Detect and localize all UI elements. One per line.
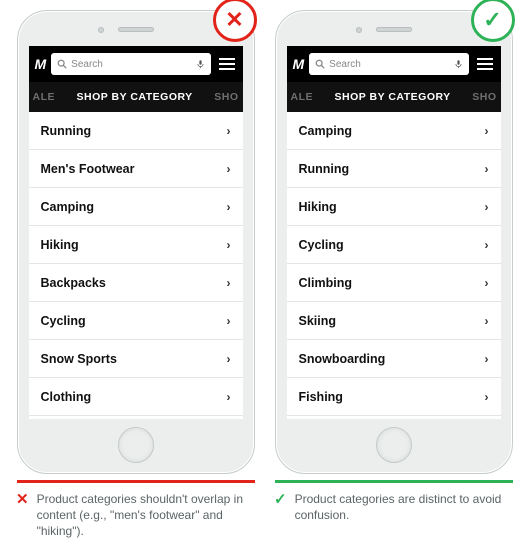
caption-text: Product categories shouldn't overlap in … <box>37 491 246 540</box>
subnav-title: SHOP BY CATEGORY <box>313 91 472 103</box>
caption-bad: ✕ Product categories shouldn't overlap i… <box>12 491 250 540</box>
phone-speaker <box>118 27 154 32</box>
home-button[interactable] <box>118 427 154 463</box>
category-item[interactable]: Clothing› <box>29 378 243 416</box>
subnav-prev[interactable]: ALE <box>291 91 314 103</box>
subnav-next[interactable]: SHO <box>472 91 496 103</box>
category-item[interactable]: Snow Sports› <box>29 340 243 378</box>
phone-camera <box>356 27 362 33</box>
sub-nav: ALE SHOP BY CATEGORY SHO <box>29 82 243 112</box>
divider-bad <box>17 480 255 483</box>
screen-bad: M Search ALE SHOP BY CATEGORY SHO Runnin… <box>29 46 243 419</box>
category-item[interactable]: Climbing› <box>287 264 501 302</box>
menu-icon[interactable] <box>217 58 237 70</box>
top-bar: M Search <box>287 46 501 82</box>
home-button[interactable] <box>376 427 412 463</box>
chevron-right-icon: › <box>227 238 231 252</box>
caption-good: ✓ Product categories are distinct to avo… <box>270 491 508 540</box>
chevron-right-icon: › <box>227 276 231 290</box>
category-item[interactable]: Hiking› <box>287 188 501 226</box>
chevron-right-icon: › <box>485 124 489 138</box>
screen-good: M Search ALE SHOP BY CATEGORY SHO Campin… <box>287 46 501 419</box>
category-list-good: Camping› Running› Hiking› Cycling› Climb… <box>287 112 501 416</box>
chevron-right-icon: › <box>227 124 231 138</box>
chevron-right-icon: › <box>485 200 489 214</box>
category-item[interactable]: Camping› <box>287 112 501 150</box>
category-item[interactable]: Fishing› <box>287 378 501 416</box>
mic-icon[interactable] <box>196 58 205 70</box>
divider-good <box>275 480 513 483</box>
search-placeholder: Search <box>329 59 449 70</box>
chevron-right-icon: › <box>227 162 231 176</box>
phone-speaker <box>376 27 412 32</box>
x-icon: ✕ <box>16 492 29 507</box>
category-item[interactable]: Men's Footwear› <box>29 150 243 188</box>
category-list-bad: Running› Men's Footwear› Camping› Hiking… <box>29 112 243 416</box>
phone-bad: M Search ALE SHOP BY CATEGORY SHO Runnin… <box>17 10 255 474</box>
status-badge-bad: ✕ <box>213 0 257 42</box>
chevron-right-icon: › <box>227 200 231 214</box>
phone-camera <box>98 27 104 33</box>
search-input[interactable]: Search <box>309 53 468 75</box>
subnav-title: SHOP BY CATEGORY <box>55 91 214 103</box>
category-item[interactable]: Backpacks› <box>29 264 243 302</box>
chevron-right-icon: › <box>485 238 489 252</box>
chevron-right-icon: › <box>485 352 489 366</box>
chevron-right-icon: › <box>485 276 489 290</box>
menu-icon[interactable] <box>475 58 495 70</box>
category-item[interactable]: Camping› <box>29 188 243 226</box>
subnav-next[interactable]: SHO <box>214 91 238 103</box>
search-input[interactable]: Search <box>51 53 210 75</box>
category-item[interactable]: Hiking› <box>29 226 243 264</box>
chevron-right-icon: › <box>227 314 231 328</box>
comparison-row: M Search ALE SHOP BY CATEGORY SHO Runnin… <box>12 10 517 483</box>
sub-nav: ALE SHOP BY CATEGORY SHO <box>287 82 501 112</box>
category-item[interactable]: Cycling› <box>287 226 501 264</box>
category-item[interactable]: Skiing› <box>287 302 501 340</box>
mic-icon[interactable] <box>454 58 463 70</box>
chevron-right-icon: › <box>227 390 231 404</box>
check-icon: ✓ <box>274 492 287 507</box>
top-bar: M Search <box>29 46 243 82</box>
chevron-right-icon: › <box>485 390 489 404</box>
search-icon <box>315 59 325 69</box>
status-badge-good: ✓ <box>471 0 515 42</box>
phone-good: M Search ALE SHOP BY CATEGORY SHO Campin… <box>275 10 513 474</box>
search-icon <box>57 59 67 69</box>
check-icon: ✓ <box>483 7 501 33</box>
chevron-right-icon: › <box>485 162 489 176</box>
caption-text: Product categories are distinct to avoid… <box>295 491 504 523</box>
search-placeholder: Search <box>71 59 191 70</box>
captions-row: ✕ Product categories shouldn't overlap i… <box>12 491 517 540</box>
chevron-right-icon: › <box>485 314 489 328</box>
category-item[interactable]: Cycling› <box>29 302 243 340</box>
category-item[interactable]: Snowboarding› <box>287 340 501 378</box>
brand-logo[interactable]: M <box>293 56 304 72</box>
chevron-right-icon: › <box>227 352 231 366</box>
category-item[interactable]: Running› <box>287 150 501 188</box>
brand-logo[interactable]: M <box>35 56 46 72</box>
x-icon: ✕ <box>225 7 243 33</box>
category-item[interactable]: Running› <box>29 112 243 150</box>
subnav-prev[interactable]: ALE <box>33 91 56 103</box>
